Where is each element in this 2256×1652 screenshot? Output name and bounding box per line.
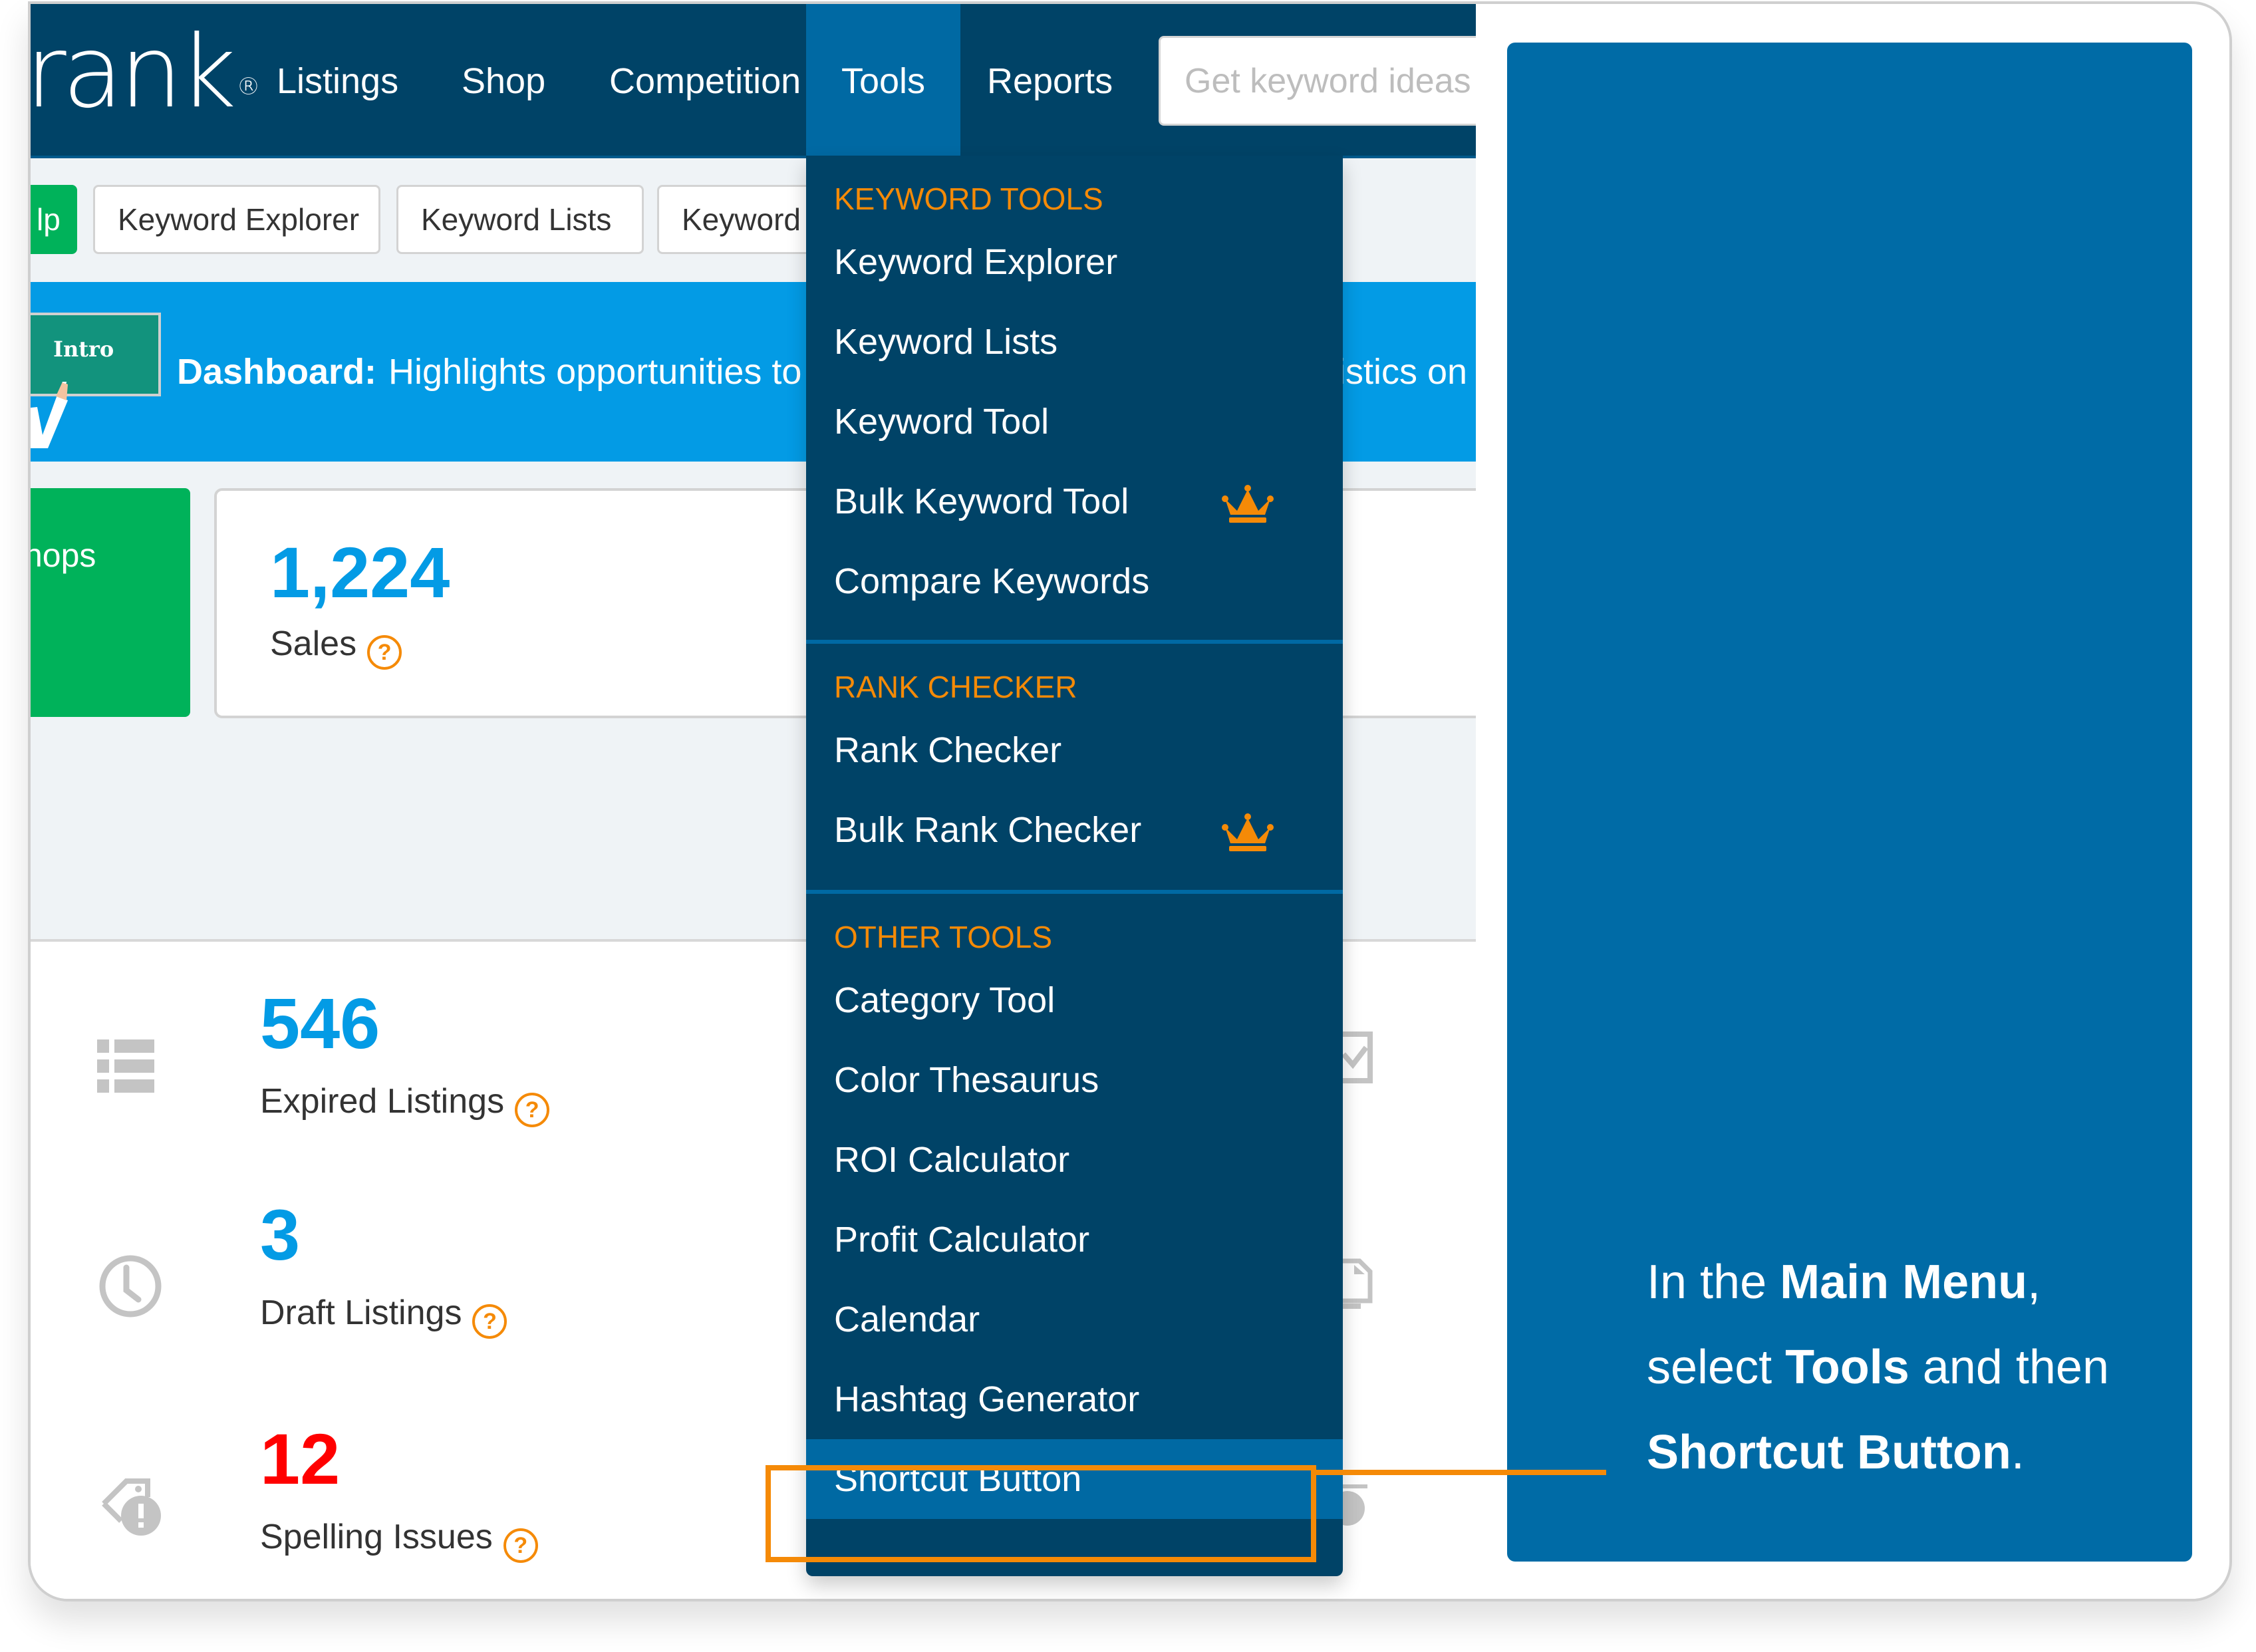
highlight-box <box>766 1465 1316 1562</box>
menu-item-calendar[interactable]: Calendar <box>806 1280 1343 1359</box>
crown-premium-icon <box>1222 485 1274 523</box>
menu-item-bulk-keyword-tool[interactable]: Bulk Keyword Tool <box>806 462 1343 541</box>
instruction-tools: Tools <box>1785 1341 1909 1394</box>
keyword-tools-section: KEYWORD TOOLS Keyword Explorer Keyword L… <box>806 156 1343 644</box>
sales-value: 1,224 <box>270 532 450 613</box>
nav-listings[interactable]: Listings <box>250 4 425 156</box>
tools-dropdown-menu: KEYWORD TOOLS Keyword Explorer Keyword L… <box>806 156 1343 1576</box>
instruction-text-segment: and then <box>1909 1341 2110 1394</box>
menu-item-keyword-explorer[interactable]: Keyword Explorer <box>806 222 1343 302</box>
instruction-text-segment: In the <box>1647 1256 1780 1309</box>
teacher-arm-icon <box>31 382 74 448</box>
stat-row: 546 Expired Listings? <box>31 968 829 1168</box>
section-header-rank-checker: RANK CHECKER <box>834 670 1077 704</box>
menu-item-compare-keywords[interactable]: Compare Keywords <box>806 541 1343 621</box>
keyword-tool-button[interactable]: Keyword <box>657 185 830 254</box>
callout-connector-line <box>1316 1470 1606 1475</box>
logo[interactable]: rank ® <box>31 23 261 122</box>
nav-competition[interactable]: Competition <box>583 4 827 156</box>
help-icon[interactable]: ? <box>503 1528 538 1563</box>
keyword-explorer-button[interactable]: Keyword Explorer <box>93 185 380 254</box>
keyword-lists-button[interactable]: Keyword Lists <box>396 185 644 254</box>
clock-icon <box>99 1255 162 1317</box>
expired-listings-label-row: Expired Listings? <box>260 1081 550 1127</box>
main-menu: rank ® Listings Shop Competition Tools Re… <box>31 4 1476 158</box>
banner-message: Dashboard: Highlights opportunities to <box>177 282 801 462</box>
help-button[interactable]: lp <box>31 185 77 254</box>
shops-card[interactable]: hops <box>31 488 190 717</box>
instruction-shortcut-button: Shortcut Button <box>1647 1426 2011 1479</box>
list-icon <box>97 1039 154 1093</box>
banner-description: Highlights opportunities to <box>388 352 802 392</box>
tag-alert-icon <box>102 1478 161 1536</box>
menu-item-hashtag-generator[interactable]: Hashtag Generator <box>806 1359 1343 1439</box>
spelling-issues-label-row: Spelling Issues? <box>260 1517 538 1563</box>
banner-title: Dashboard: <box>177 352 377 392</box>
shops-card-label: hops <box>31 537 96 574</box>
expired-listings-value: 546 <box>260 983 380 1063</box>
logo-text: rank <box>31 15 237 130</box>
spelling-issues-label: Spelling Issues <box>260 1518 493 1556</box>
crown-premium-icon <box>1222 813 1274 851</box>
expired-listings-label: Expired Listings <box>260 1082 505 1121</box>
sales-label: Sales <box>270 624 357 663</box>
rank-checker-section: RANK CHECKER Rank Checker Bulk Rank Chec… <box>806 644 1343 894</box>
spelling-issues-value: 12 <box>260 1419 341 1499</box>
help-icon[interactable]: ? <box>472 1304 507 1339</box>
nav-reports[interactable]: Reports <box>960 4 1139 156</box>
menu-item-color-thesaurus[interactable]: Color Thesaurus <box>806 1040 1343 1120</box>
instruction-panel: In the Main Menu, select Tools and then … <box>1507 43 2192 1562</box>
draft-listings-label-row: Draft Listings? <box>260 1293 507 1339</box>
draft-listings-label: Draft Listings <box>260 1294 462 1332</box>
intro-label: Intro <box>53 337 114 362</box>
instruction-text: In the Main Menu, select Tools and then … <box>1647 1240 2109 1495</box>
draft-listings-value: 3 <box>260 1194 301 1275</box>
menu-item-profit-calculator[interactable]: Profit Calculator <box>806 1200 1343 1280</box>
instruction-text-segment: . <box>2011 1426 2025 1479</box>
instruction-text-segment: , <box>2027 1256 2041 1309</box>
menu-item-roi-calculator[interactable]: ROI Calculator <box>806 1120 1343 1200</box>
section-header-other-tools: OTHER TOOLS <box>834 920 1053 954</box>
keyword-search-input[interactable] <box>1159 36 1476 126</box>
nav-tools[interactable]: Tools <box>806 4 960 156</box>
menu-item-rank-checker[interactable]: Rank Checker <box>806 710 1343 790</box>
other-tools-section: OTHER TOOLS Category Tool Color Thesauru… <box>806 894 1343 1519</box>
menu-item-category-tool[interactable]: Category Tool <box>806 960 1343 1040</box>
menu-item-keyword-lists[interactable]: Keyword Lists <box>806 302 1343 382</box>
sales-label-row: Sales? <box>270 624 402 670</box>
instruction-text-segment: select <box>1647 1341 1786 1394</box>
section-header-keyword-tools: KEYWORD TOOLS <box>834 182 1103 216</box>
help-icon[interactable]: ? <box>515 1092 550 1127</box>
help-icon[interactable]: ? <box>367 634 402 670</box>
menu-item-label: Bulk Keyword Tool <box>834 482 1129 521</box>
stat-row: 12 Spelling Issues? <box>31 1417 829 1599</box>
menu-item-keyword-tool[interactable]: Keyword Tool <box>806 382 1343 462</box>
menu-item-bulk-rank-checker[interactable]: Bulk Rank Checker <box>806 790 1343 870</box>
banner-description-tail: istics on <box>1338 352 1468 392</box>
stat-row: 3 Draft Listings? <box>31 1193 829 1393</box>
nav-shop[interactable]: Shop <box>435 4 572 156</box>
menu-item-label: Bulk Rank Checker <box>834 810 1142 850</box>
instruction-main-menu: Main Menu <box>1780 1256 2028 1309</box>
